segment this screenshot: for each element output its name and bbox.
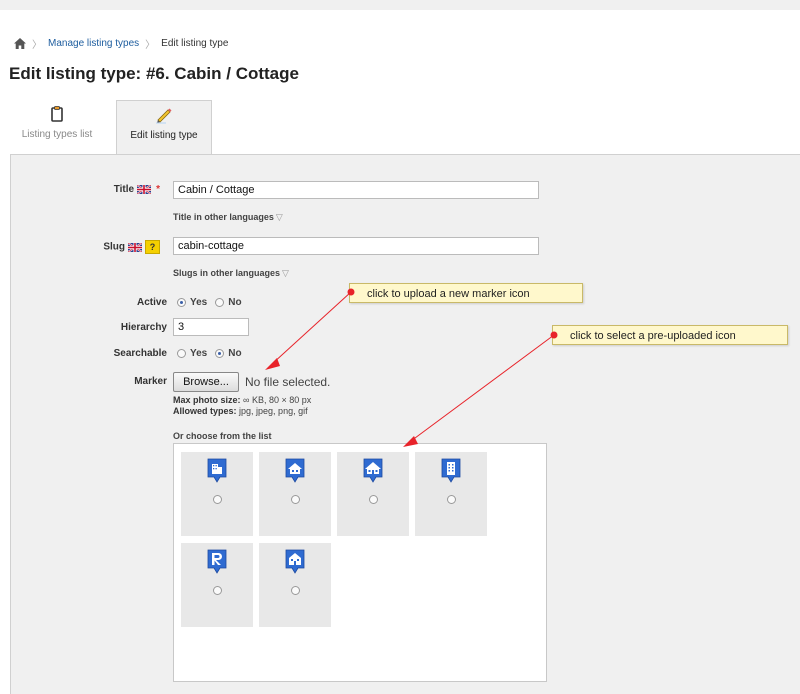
active-label: Active [136, 297, 167, 308]
choose-from-list-label: Or choose from the list [173, 431, 272, 441]
breadcrumb: 〉 Manage listing types 〉 Edit listing ty… [14, 36, 229, 51]
select-icon-callout: click to select a pre-uploaded icon [552, 325, 788, 345]
marker-icon-list [173, 443, 547, 682]
max-size-label: Max photo size: [173, 395, 241, 405]
marker-option-radio[interactable] [291, 495, 300, 504]
title-other-languages-toggle[interactable]: Title in other languages ▽ [173, 212, 283, 223]
searchable-no-radio[interactable] [215, 349, 225, 358]
marker-option[interactable] [259, 543, 331, 627]
tab-label: Edit listing type [130, 130, 198, 141]
hierarchy-input[interactable] [173, 318, 249, 336]
breadcrumb-separator: 〉 [145, 39, 156, 51]
pencil-icon [156, 108, 172, 124]
title-label-group: Title * [40, 184, 160, 195]
searchable-no-label: No [228, 348, 242, 359]
marker-option-radio[interactable] [369, 495, 378, 504]
marker-option-radio[interactable] [291, 586, 300, 595]
slugs-other-languages-toggle[interactable]: Slugs in other languages ▽ [173, 268, 289, 279]
tower-building-marker-icon [441, 458, 461, 483]
house-marker-icon [285, 458, 305, 483]
tab-edit-listing-type[interactable]: Edit listing type [116, 100, 212, 156]
searchable-yes-radio[interactable] [177, 349, 186, 358]
uk-flag-icon [128, 242, 142, 252]
allowed-types-value: jpg, jpeg, png, gif [239, 406, 308, 416]
chevron-down-icon: ▽ [275, 212, 283, 222]
breadcrumb-current: Edit listing type [161, 37, 229, 49]
searchable-radio-group: Yes No [177, 348, 242, 359]
active-no-radio[interactable] [215, 298, 225, 307]
realtor-r-marker-icon [207, 549, 227, 574]
home-icon[interactable] [14, 37, 26, 49]
searchable-yes-label: Yes [190, 348, 208, 359]
marker-option[interactable] [415, 452, 487, 536]
active-yes-radio[interactable] [177, 298, 186, 307]
max-photo-size-info: Max photo size: ∞ KB, 80 × 80 px [173, 395, 311, 405]
browse-button[interactable]: Browse... [173, 372, 239, 392]
marker-option[interactable] [259, 452, 331, 536]
cabin-marker-icon [363, 458, 383, 483]
hierarchy-label: Hierarchy [120, 322, 167, 333]
help-icon[interactable]: ? [145, 240, 160, 254]
upload-marker-callout: click to upload a new marker icon [349, 283, 583, 303]
breadcrumb-separator: 〉 [32, 39, 42, 51]
tab-listing-types-list[interactable]: Listing types list [0, 100, 114, 154]
home-marker-icon [285, 549, 305, 574]
active-no-label: No [228, 297, 242, 308]
title-input[interactable] [173, 181, 539, 199]
chevron-down-icon: ▽ [282, 268, 289, 278]
required-asterisk: * [156, 184, 160, 195]
slug-label: Slug [103, 241, 125, 253]
title-label: Title [113, 184, 135, 195]
allowed-types-info: Allowed types: jpg, jpeg, png, gif [173, 406, 308, 416]
page-title: Edit listing type: #6. Cabin / Cottage [9, 64, 299, 83]
tab-label: Listing types list [21, 129, 93, 140]
title-other-languages-label: Title in other languages [173, 212, 274, 222]
marker-option[interactable] [337, 452, 409, 536]
allowed-types-label: Allowed types: [173, 406, 237, 416]
top-band [0, 0, 800, 10]
marker-option[interactable] [181, 452, 253, 536]
searchable-label: Searchable [113, 348, 167, 359]
active-yes-label: Yes [190, 297, 208, 308]
active-radio-group: Yes No [177, 297, 242, 308]
marker-option-radio[interactable] [447, 495, 456, 504]
slug-label-group: Slug? [40, 240, 160, 254]
marker-label: Marker [134, 376, 167, 387]
slug-input[interactable] [173, 237, 539, 255]
clipboard-icon [51, 106, 63, 122]
office-building-marker-icon [207, 458, 227, 483]
marker-option[interactable] [181, 543, 253, 627]
slugs-other-languages-label: Slugs in other languages [173, 268, 281, 278]
breadcrumb-link-manage-listing-types[interactable]: Manage listing types [48, 38, 139, 49]
marker-option-radio[interactable] [213, 495, 222, 504]
no-file-selected-text: No file selected. [245, 375, 331, 389]
uk-flag-icon [137, 184, 152, 194]
marker-option-radio[interactable] [213, 586, 222, 595]
max-size-value: ∞ KB, 80 × 80 px [243, 395, 312, 405]
